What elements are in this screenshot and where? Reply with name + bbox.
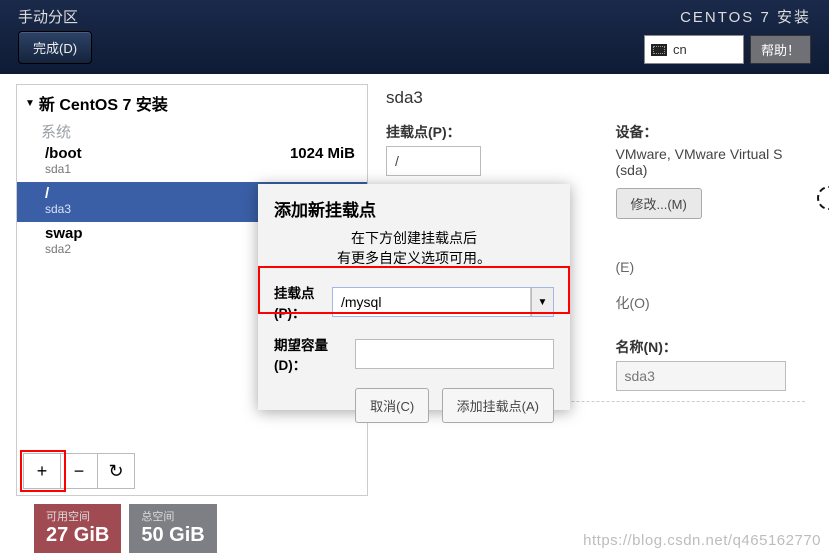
dialog-actions: 取消(C) 添加挂载点(A) — [274, 388, 554, 423]
dialog-title: 添加新挂载点 — [274, 196, 554, 221]
size-label: 1024 MiB — [290, 145, 355, 162]
keyboard-layout-selector[interactable]: cn — [644, 35, 744, 64]
mount-point-label: swap — [45, 225, 83, 242]
add-mountpoint-dialog: 添加新挂载点 在下方创建挂载点后 有更多自定义选项可用。 挂载点(P)： ▼ 期… — [258, 184, 570, 410]
available-space-card: 可用空间 27 GiB — [34, 504, 121, 553]
total-value: 50 GiB — [141, 524, 204, 547]
cancel-button[interactable]: 取消(C) — [355, 388, 429, 423]
done-button[interactable]: 完成(D) — [18, 31, 92, 64]
lang-code: cn — [673, 42, 687, 57]
device-value: VMware, VMware Virtual S (sda) — [616, 146, 806, 178]
install-label: 新 CentOS 7 安装 — [39, 91, 168, 115]
mount-item-boot[interactable]: /boot sda1 1024 MiB — [17, 142, 367, 182]
installer-title: CENTOS 7 安装 — [644, 6, 811, 27]
system-subheader: 系统 — [17, 121, 367, 142]
watermark: https://blog.csdn.net/q465162770 — [583, 532, 821, 549]
add-mountpoint-button[interactable]: 添加挂载点(A) — [442, 388, 554, 423]
selected-device-title: sda3 — [386, 88, 805, 108]
keyboard-icon — [651, 44, 667, 56]
device-label: sda1 — [45, 162, 82, 176]
mountpoint-combo-input[interactable] — [333, 288, 531, 316]
top-bar-left: 手动分区 完成(D) — [18, 6, 92, 74]
capacity-field-row: 期望容量(D)： — [274, 334, 554, 374]
mount-point-label: /boot — [45, 145, 82, 162]
help-button[interactable]: 帮助！ — [750, 35, 811, 64]
space-summary: 可用空间 27 GiB 总空间 50 GiB — [34, 504, 217, 553]
device-label: sda2 — [45, 242, 83, 256]
mountpoint-combo[interactable]: ▼ — [332, 287, 554, 317]
chevron-down-icon: ▼ — [25, 98, 35, 109]
capacity-input[interactable] — [355, 339, 554, 369]
total-label: 总空间 — [141, 508, 204, 524]
page-title: 手动分区 — [18, 6, 92, 27]
install-section-header[interactable]: ▼ 新 CentOS 7 安装 — [17, 85, 367, 121]
capacity-field-label: 期望容量(D)： — [274, 334, 355, 374]
top-bar: 手动分区 完成(D) CENTOS 7 安装 cn 帮助！ — [0, 0, 829, 74]
mountpoint-field-label: 挂载点(P)： — [274, 282, 332, 322]
dialog-msg-line2: 有更多自定义选项可用。 — [337, 250, 491, 266]
reload-icon: ↻ — [108, 461, 123, 482]
modify-button[interactable]: 修改...(M) — [616, 188, 702, 219]
available-value: 27 GiB — [46, 524, 109, 547]
remove-partition-button[interactable]: − — [60, 453, 98, 489]
mount-point-label: 挂载点(P)： — [386, 122, 576, 142]
mount-point-label: / — [45, 185, 49, 202]
dialog-msg-line1: 在下方创建挂载点后 — [351, 230, 477, 246]
dialog-message: 在下方创建挂载点后 有更多自定义选项可用。 — [274, 229, 554, 268]
reload-button[interactable]: ↻ — [97, 453, 135, 489]
mountpoint-field-row: 挂载点(P)： ▼ — [274, 282, 554, 322]
device-heading: 设备： — [616, 122, 806, 142]
name-input[interactable] — [616, 361, 786, 391]
name-heading: 名称(N)： — [616, 337, 806, 357]
top-bar-right: CENTOS 7 安装 cn 帮助！ — [644, 6, 811, 74]
minus-icon: − — [74, 461, 85, 482]
available-label: 可用空间 — [46, 508, 109, 524]
encrypt-suffix: (E) — [616, 259, 635, 275]
device-label: sda3 — [45, 202, 71, 216]
partition-toolbar: + − ↻ — [23, 453, 134, 489]
total-space-card: 总空间 50 GiB — [129, 504, 216, 553]
language-row: cn 帮助！ — [644, 35, 811, 64]
plus-icon: + — [37, 461, 48, 482]
mount-point-input[interactable] — [386, 146, 481, 176]
format-suffix: 化(O) — [616, 295, 650, 311]
chevron-down-icon[interactable]: ▼ — [531, 288, 553, 316]
add-partition-button[interactable]: + — [23, 453, 61, 489]
